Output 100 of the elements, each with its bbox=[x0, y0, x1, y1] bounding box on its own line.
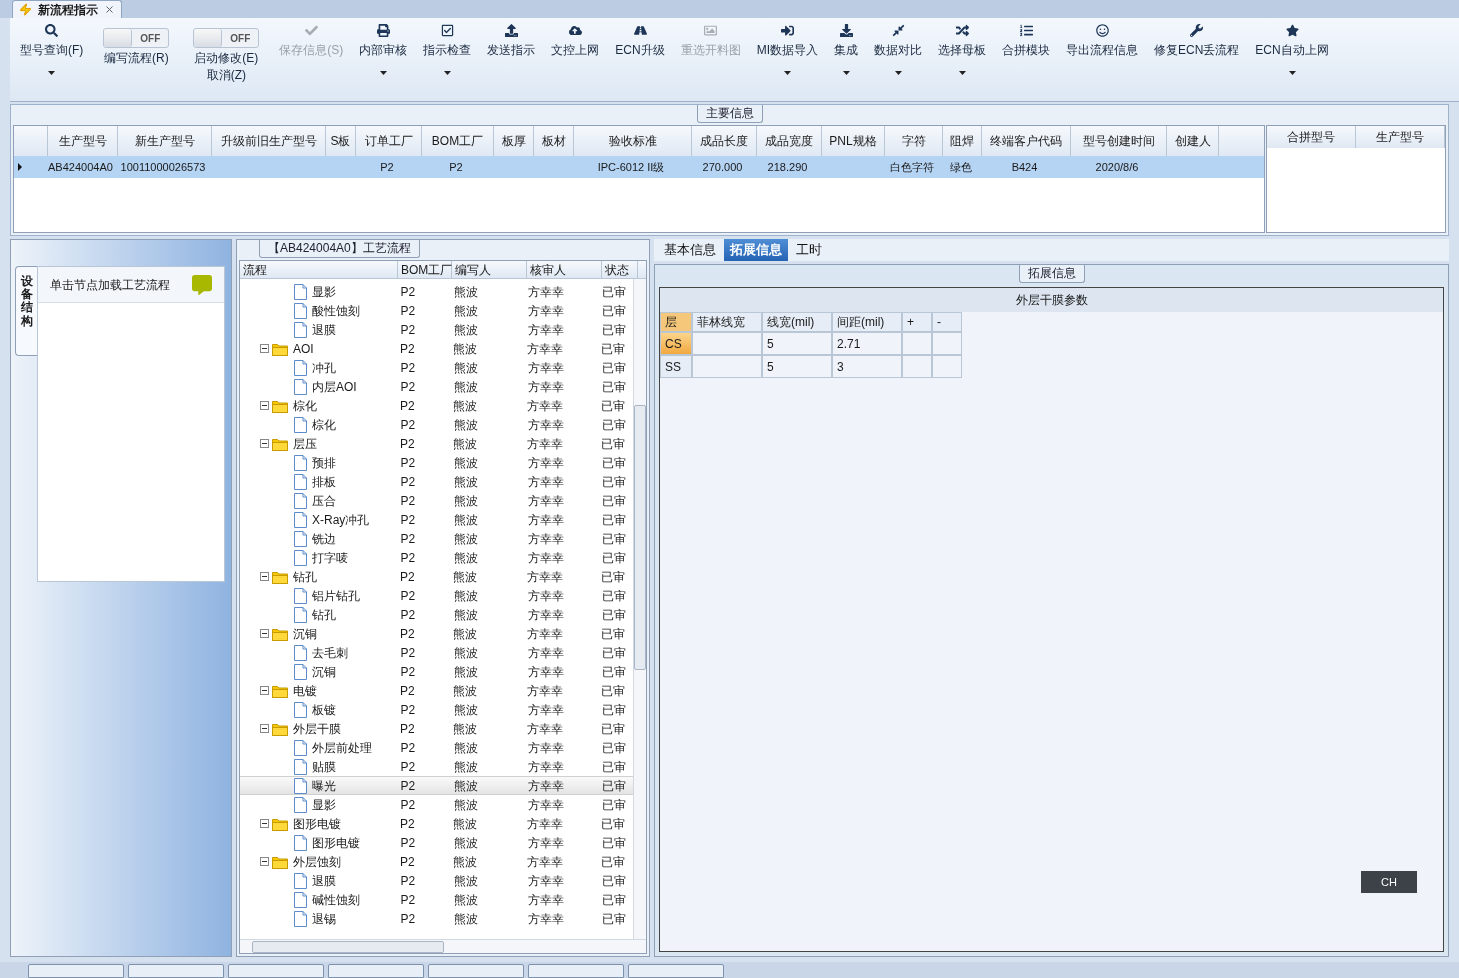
tree-row[interactable]: 沉铜 P2 熊波 方幸幸 已审 bbox=[240, 624, 633, 643]
tree-row[interactable]: 图形电镀 P2 熊波 方幸幸 已审 bbox=[240, 814, 633, 833]
tree-row[interactable]: 内层AOI P2 熊波 方幸幸 已审 bbox=[240, 377, 633, 396]
tree-row[interactable]: 外层干膜 P2 熊波 方幸幸 已审 bbox=[240, 719, 633, 738]
tree-row[interactable]: 铣边 P2 熊波 方幸幸 已审 bbox=[240, 529, 633, 548]
tree-row[interactable]: 贴膜 P2 熊波 方幸幸 已审 bbox=[240, 757, 633, 776]
tree-row[interactable]: 板镀 P2 熊波 方幸幸 已审 bbox=[240, 700, 633, 719]
column-header[interactable]: 合拼型号 bbox=[1267, 126, 1356, 148]
taskbar-button[interactable] bbox=[28, 964, 124, 978]
tree-row[interactable]: 压合 P2 熊波 方幸幸 已审 bbox=[240, 491, 633, 510]
tree-row[interactable]: 去毛刺 P2 熊波 方幸幸 已审 bbox=[240, 643, 633, 662]
tree-row[interactable]: 沉铜 P2 熊波 方幸幸 已审 bbox=[240, 662, 633, 681]
document-tab[interactable]: 新流程指示 bbox=[12, 0, 122, 18]
tree-row[interactable]: 层压 P2 熊波 方幸幸 已审 bbox=[240, 434, 633, 453]
off-toggle[interactable]: OFF bbox=[193, 28, 260, 48]
star-icon bbox=[1285, 24, 1299, 37]
collapse-icon[interactable] bbox=[260, 344, 269, 353]
column-header[interactable]: 生产型号 bbox=[1356, 126, 1445, 148]
toolbar-button[interactable]: 发送指示 bbox=[483, 20, 540, 76]
column-header[interactable]: 层 bbox=[660, 312, 692, 332]
tree-row[interactable]: 外层蚀刻 P2 熊波 方幸幸 已审 bbox=[240, 852, 633, 871]
tab[interactable]: 拓展信息 bbox=[724, 239, 788, 261]
collapse-icon[interactable] bbox=[260, 572, 269, 581]
collapse-icon[interactable] bbox=[260, 819, 269, 828]
collapse-icon[interactable] bbox=[260, 629, 269, 638]
tree-row[interactable]: 退膜 P2 熊波 方幸幸 已审 bbox=[240, 320, 633, 339]
tree-row[interactable]: 棕化 P2 熊波 方幸幸 已审 bbox=[240, 415, 633, 434]
tree-row[interactable]: 显影 P2 熊波 方幸幸 已审 bbox=[240, 795, 633, 814]
collapse-icon[interactable] bbox=[260, 857, 269, 866]
taskbar-button[interactable] bbox=[628, 964, 724, 978]
toolbar-button[interactable]: 编写流程(R) bbox=[104, 51, 169, 65]
taskbar-button[interactable] bbox=[328, 964, 424, 978]
toolbar-button[interactable]: 集成 bbox=[830, 20, 862, 75]
tree-row[interactable]: 退锡 P2 熊波 方幸幸 已审 bbox=[240, 909, 633, 928]
column-header[interactable]: + bbox=[902, 312, 932, 332]
tree-row[interactable]: 钻孔 P2 熊波 方幸幸 已审 bbox=[240, 567, 633, 586]
taskbar-button[interactable] bbox=[528, 964, 624, 978]
tree-row[interactable]: 外层前处理 P2 熊波 方幸幸 已审 bbox=[240, 738, 633, 757]
toolbar-button[interactable]: MI数据导入 bbox=[752, 20, 822, 75]
row-header[interactable]: SS bbox=[660, 355, 692, 378]
column-header[interactable]: 线宽(mil) bbox=[762, 312, 832, 332]
collapse-icon[interactable] bbox=[260, 439, 269, 448]
tab[interactable]: 基本信息 bbox=[658, 239, 722, 261]
taskbar-button[interactable] bbox=[428, 964, 524, 978]
ime-indicator[interactable]: CH bbox=[1361, 871, 1417, 893]
toolbar-button[interactable]: 取消(Z) bbox=[206, 68, 246, 82]
column-header[interactable]: BOM工厂 bbox=[398, 261, 452, 278]
tree-row[interactable]: 酸性蚀刻 P2 熊波 方幸幸 已审 bbox=[240, 301, 633, 320]
tree-row[interactable]: 钻孔 P2 熊波 方幸幸 已审 bbox=[240, 605, 633, 624]
tree-row[interactable]: 铝片钻孔 P2 熊波 方幸幸 已审 bbox=[240, 586, 633, 605]
tree-row[interactable]: AOI P2 熊波 方幸幸 已审 bbox=[240, 339, 633, 358]
tree-cell-text: 已审 bbox=[600, 720, 627, 738]
column-header[interactable]: 核审人 bbox=[527, 261, 602, 278]
vertical-tab[interactable]: 设备结构 bbox=[15, 266, 37, 356]
column-header[interactable]: 间距(mil) bbox=[832, 312, 902, 332]
tree-row[interactable]: 电镀 P2 熊波 方幸幸 已审 bbox=[240, 681, 633, 700]
list-item[interactable]: 单击节点加载工艺流程 bbox=[38, 267, 224, 303]
taskbar-button[interactable] bbox=[228, 964, 324, 978]
column-header[interactable]: 状态 bbox=[602, 261, 638, 278]
toolbar-button[interactable]: 数据对比 bbox=[870, 20, 926, 75]
tree-row[interactable]: 图形电镀 P2 熊波 方幸幸 已审 bbox=[240, 833, 633, 852]
horizontal-scrollbar[interactable] bbox=[240, 939, 646, 953]
tree-row[interactable]: 碱性蚀刻 P2 熊波 方幸幸 已审 bbox=[240, 890, 633, 909]
column-header[interactable]: - bbox=[932, 312, 962, 332]
toolbar-button[interactable]: ECN升级 bbox=[611, 20, 669, 76]
tab[interactable]: 工时 bbox=[790, 239, 828, 261]
tree-row[interactable]: 棕化 P2 熊波 方幸幸 已审 bbox=[240, 396, 633, 415]
document-icon bbox=[294, 872, 307, 889]
collapse-icon[interactable] bbox=[260, 724, 269, 733]
vertical-scrollbar[interactable] bbox=[633, 279, 646, 939]
tree-row[interactable]: X-Ray冲孔 P2 熊波 方幸幸 已审 bbox=[240, 510, 633, 529]
column-header[interactable]: 编写人 bbox=[452, 261, 527, 278]
tree-row[interactable]: 显影 P2 熊波 方幸幸 已审 bbox=[240, 282, 633, 301]
row-header[interactable]: CS bbox=[660, 332, 692, 355]
tree-row[interactable]: 预排 P2 熊波 方幸幸 已审 bbox=[240, 453, 633, 472]
toolbar-button[interactable]: 启动修改(E) bbox=[194, 51, 259, 65]
tree-row[interactable]: 冲孔 P2 熊波 方幸幸 已审 bbox=[240, 358, 633, 377]
toolbar-button[interactable]: 选择母板 bbox=[934, 20, 990, 75]
table-row[interactable]: AB424004A0 10011000026573 P2 P2 IPC-6012 II级 270.000 218.290 白色字符 绿色 B424 2020/8/6 bbox=[14, 156, 1264, 178]
column-header[interactable]: 流程 bbox=[240, 261, 398, 278]
toolbar-button[interactable]: 修复ECN丢流程 bbox=[1150, 20, 1244, 76]
tree-row[interactable]: 退膜 P2 熊波 方幸幸 已审 bbox=[240, 871, 633, 890]
toolbar-button[interactable]: ECN自动上网 bbox=[1251, 20, 1333, 75]
tree-row[interactable]: 打字唛 P2 熊波 方幸幸 已审 bbox=[240, 548, 633, 567]
toolbar-button[interactable]: 导出流程信息 bbox=[1062, 20, 1142, 76]
close-icon[interactable] bbox=[104, 4, 115, 15]
tree-cell-text: 方幸幸 bbox=[526, 378, 565, 396]
toolbar-button[interactable]: 型号查询(F) bbox=[16, 20, 88, 75]
collapse-icon[interactable] bbox=[260, 686, 269, 695]
toolbar-button[interactable]: 指示检查 bbox=[419, 20, 476, 75]
column-header[interactable]: 菲林线宽 bbox=[692, 312, 762, 332]
collapse-icon[interactable] bbox=[260, 401, 269, 410]
tree-row[interactable]: 排板 P2 熊波 方幸幸 已审 bbox=[240, 472, 633, 491]
tree-cell-text: 熊波 bbox=[452, 701, 479, 719]
toolbar-button[interactable]: 合拼模块 bbox=[998, 20, 1054, 76]
taskbar-button[interactable] bbox=[128, 964, 224, 978]
toolbar-button[interactable]: 内部审核 bbox=[355, 20, 412, 75]
toolbar-button[interactable]: 文控上网 bbox=[547, 20, 604, 76]
tree-row[interactable]: 曝光 P2 熊波 方幸幸 已审 bbox=[240, 776, 633, 795]
off-toggle[interactable]: OFF bbox=[103, 28, 170, 48]
